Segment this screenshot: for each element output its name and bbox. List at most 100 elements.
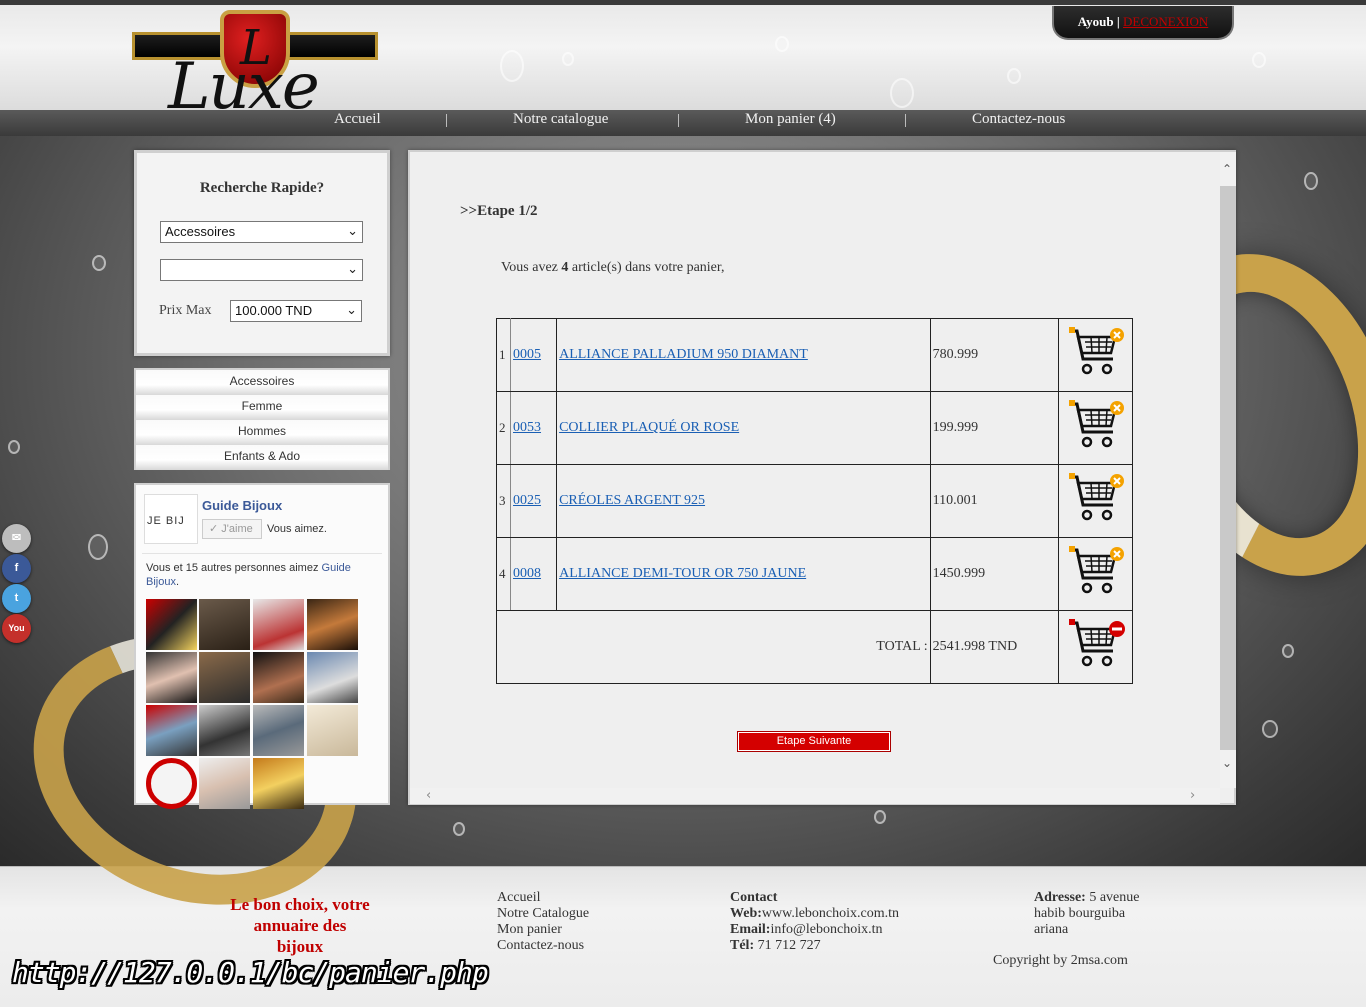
mail-icon[interactable]: ✉: [2, 524, 31, 553]
remove-from-cart-icon[interactable]: [1065, 398, 1125, 454]
avatar[interactable]: [253, 705, 304, 756]
avatar[interactable]: [199, 705, 250, 756]
logout-link[interactable]: DECONEXION: [1123, 14, 1208, 29]
remove-from-cart-icon[interactable]: [1065, 544, 1125, 600]
facebook-like-box: JE BIJ Guide Bijoux ✓ J'aime Vous aimez.…: [134, 483, 390, 809]
table-row: 2 0053 COLLIER PLAQUÉ OR ROSE 199.999: [495, 391, 1134, 465]
scroll-right-icon[interactable]: ›: [1190, 788, 1195, 803]
empty-cart-icon[interactable]: [1065, 617, 1126, 673]
product-name-link[interactable]: ALLIANCE PALLADIUM 950 DIAMANT: [559, 347, 808, 362]
next-step-button[interactable]: Etape Suivante: [738, 732, 890, 751]
youtube-icon[interactable]: You: [2, 614, 31, 643]
horizontal-scrollbar[interactable]: ‹ ›: [410, 788, 1220, 804]
product-name-link[interactable]: COLLIER PLAQUÉ OR ROSE: [559, 420, 739, 435]
subcategory-select[interactable]: ⌄: [160, 259, 363, 281]
avatar[interactable]: [307, 652, 358, 703]
page-name-link[interactable]: Guide Bijoux: [202, 498, 282, 513]
row-index: 1: [495, 318, 512, 392]
address-line: ariana: [1034, 922, 1069, 937]
avatar[interactable]: [199, 758, 250, 809]
copyright: Copyright by 2msa.com: [993, 953, 1128, 968]
avatar[interactable]: [253, 652, 304, 703]
email-value: info@lebonchoix.tn: [770, 922, 883, 937]
water-drop: [1262, 720, 1278, 738]
avatar[interactable]: [307, 705, 358, 756]
row-action: [1057, 537, 1134, 611]
avatar[interactable]: [199, 599, 250, 650]
category-item-femme[interactable]: Femme: [136, 395, 388, 420]
address-line: 5 avenue: [1085, 890, 1140, 905]
page-logo-text: JE BIJ: [147, 515, 185, 527]
footer-link-panier[interactable]: Mon panier: [497, 922, 589, 938]
avatar[interactable]: [146, 758, 197, 809]
row-action: [1057, 464, 1134, 538]
avatar[interactable]: [307, 599, 358, 650]
nav-item-panier[interactable]: Mon panier (4): [745, 111, 836, 128]
product-ref-link[interactable]: 0008: [513, 566, 541, 581]
product-name-link[interactable]: CRÉOLES ARGENT 925: [559, 493, 705, 508]
water-drop: [1282, 644, 1294, 658]
product-ref-link[interactable]: 0053: [513, 420, 541, 435]
category-item-accessoires[interactable]: Accessoires: [136, 370, 388, 395]
row-index: 3: [495, 464, 512, 538]
avatar[interactable]: [199, 652, 250, 703]
category-select-value: Accessoires: [165, 224, 236, 239]
scroll-up-icon[interactable]: ⌃: [1222, 162, 1232, 176]
nav-item-contact[interactable]: Contactez-nous: [972, 111, 1065, 128]
scrollbar-thumb[interactable]: [1220, 186, 1236, 750]
avatar[interactable]: [253, 599, 304, 650]
like-button[interactable]: ✓ J'aime: [202, 519, 262, 539]
twitter-icon[interactable]: t: [2, 584, 31, 613]
email-label: Email:: [730, 922, 771, 937]
prix-max-select[interactable]: 100.000 TND ⌄: [230, 300, 362, 322]
water-drop: [8, 440, 20, 454]
scroll-down-icon[interactable]: ⌄: [1222, 756, 1232, 770]
avatar[interactable]: [146, 705, 197, 756]
remove-from-cart-icon[interactable]: [1065, 325, 1125, 381]
product-name-link[interactable]: ALLIANCE DEMI-TOUR OR 750 JAUNE: [559, 566, 806, 581]
category-select[interactable]: Accessoires ⌄: [160, 221, 363, 243]
water-drop: [1252, 52, 1266, 68]
water-drop: [453, 822, 465, 836]
row-price: 199.999: [929, 391, 1059, 465]
user-box: Ayoub | DECONEXION: [1052, 6, 1234, 40]
row-index: 4: [495, 537, 512, 611]
web-value: www.lebonchoix.com.tn: [761, 906, 900, 921]
category-item-enfants[interactable]: Enfants & Ado: [136, 445, 388, 470]
table-row: 4 0008 ALLIANCE DEMI-TOUR OR 750 JAUNE 1…: [495, 537, 1134, 611]
footer-link-contact[interactable]: Contactez-nous: [497, 938, 589, 954]
water-drop: [1304, 172, 1318, 190]
product-ref-link[interactable]: 0025: [513, 493, 541, 508]
page-logo[interactable]: JE BIJ: [144, 494, 198, 544]
row-name: ALLIANCE PALLADIUM 950 DIAMANT: [556, 318, 931, 392]
row-ref: 0005: [510, 318, 558, 392]
slogan-line: bijoux: [276, 937, 324, 956]
footer-contact: Contact Web:www.lebonchoix.com.tn Email:…: [730, 890, 899, 954]
row-ref: 0025: [510, 464, 558, 538]
avatar[interactable]: [253, 758, 304, 809]
facebook-icon[interactable]: f: [2, 554, 31, 583]
cart-count-prefix: Vous avez: [501, 260, 562, 275]
address-label: Adresse:: [1034, 890, 1086, 905]
vertical-scrollbar[interactable]: ⌃ ⌄: [1220, 152, 1236, 788]
nav-item-accueil[interactable]: Accueil: [334, 111, 381, 128]
slogan-line: annuaire des: [253, 916, 347, 935]
nav-separator: |: [445, 112, 449, 128]
category-item-hommes[interactable]: Hommes: [136, 420, 388, 445]
avatar[interactable]: [146, 652, 197, 703]
product-ref-link[interactable]: 0005: [513, 347, 541, 362]
total-label: TOTAL :: [496, 610, 931, 684]
nav-item-catalogue[interactable]: Notre catalogue: [513, 111, 608, 128]
footer-link-accueil[interactable]: Accueil: [497, 890, 589, 906]
cart-count-text: Vous avez 4 article(s) dans votre panier…: [501, 260, 725, 276]
scroll-left-icon[interactable]: ‹: [426, 788, 431, 803]
footer-link-catalogue[interactable]: Notre Catalogue: [497, 906, 589, 922]
search-title: Recherche Rapide?: [199, 180, 325, 196]
total-value: 2541.998 TND: [929, 610, 1059, 684]
remove-from-cart-icon[interactable]: [1065, 471, 1125, 527]
water-drop: [88, 534, 108, 560]
site-logo[interactable]: L Luxe: [132, 10, 382, 124]
total-row: TOTAL : 2541.998 TND: [496, 610, 1134, 684]
prix-max-value: 100.000 TND: [235, 303, 313, 318]
avatar[interactable]: [146, 599, 197, 650]
